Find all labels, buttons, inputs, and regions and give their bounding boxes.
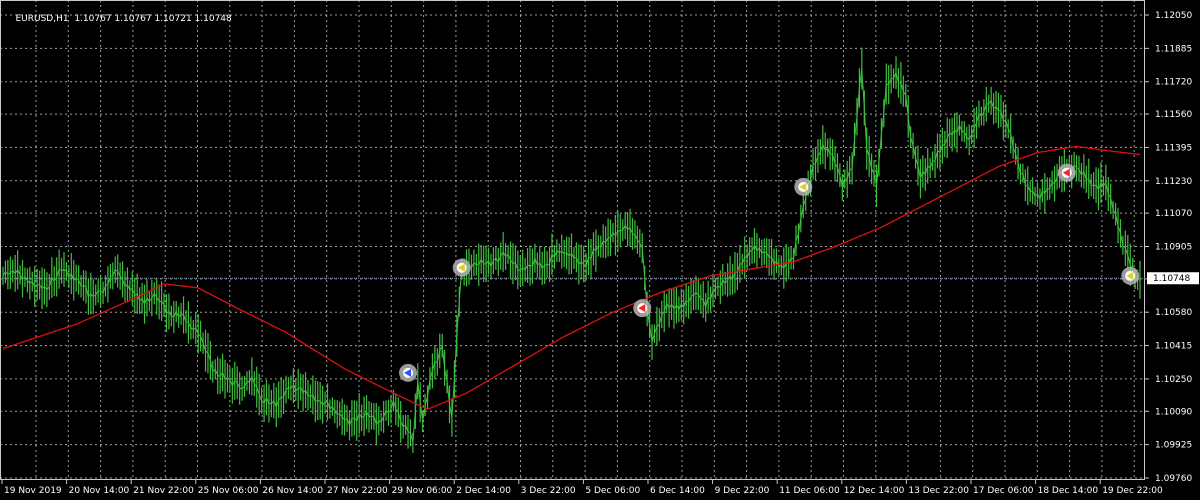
x-tick-label: 21 Nov 22:00 bbox=[133, 486, 194, 496]
x-tick-label: 29 Nov 06:00 bbox=[392, 486, 453, 496]
x-tick-label: 13 Dec 22:00 bbox=[908, 486, 969, 496]
moving-average-line bbox=[2, 145, 1141, 411]
chart-window[interactable]: 1.12050 1.11885 1.11720 1.11560 1.11395 1.112… bbox=[0, 0, 1200, 500]
y-tick-label: 1.11395 bbox=[1155, 143, 1192, 153]
x-tick-label: 12 Dec 14:00 bbox=[844, 486, 905, 496]
signal-marker bbox=[633, 299, 652, 318]
y-tick-label: 1.10415 bbox=[1155, 342, 1192, 352]
x-tick-label: 11 Dec 06:00 bbox=[779, 486, 840, 496]
x-tick-label: 20 Nov 14:00 bbox=[69, 486, 130, 496]
y-tick-label: 1.11070 bbox=[1155, 209, 1192, 219]
x-tick-label: 2 Dec 14:00 bbox=[456, 486, 511, 496]
y-tick-label: 1.12050 bbox=[1155, 11, 1192, 21]
x-tick-label: 6 Dec 14:00 bbox=[650, 486, 705, 496]
signal-marker bbox=[794, 177, 813, 196]
price-bars bbox=[2, 47, 1141, 453]
x-tick-label: 18 Dec 14:00 bbox=[1038, 486, 1099, 496]
y-tick-label: 1.09925 bbox=[1155, 441, 1192, 451]
y-tick-label: 1.10905 bbox=[1155, 243, 1192, 253]
signal-marker bbox=[1057, 163, 1076, 182]
signal-marker bbox=[399, 363, 418, 382]
signal-marker bbox=[452, 258, 471, 277]
x-tick-label: 9 Dec 22:00 bbox=[715, 486, 770, 496]
x-tick-label: 3 Dec 22:00 bbox=[521, 486, 576, 496]
y-tick-label: 1.09760 bbox=[1155, 474, 1192, 484]
x-tick-label: 25 Nov 06:00 bbox=[198, 486, 259, 496]
y-tick-label: 1.10580 bbox=[1155, 308, 1192, 318]
y-tick-label: 1.11720 bbox=[1155, 78, 1192, 88]
symbol-label: EURUSD,H1 bbox=[15, 14, 69, 24]
x-tick-label: 27 Nov 22:00 bbox=[327, 486, 388, 496]
price-tag-label: 1.10748 bbox=[1153, 274, 1190, 284]
price-chart[interactable]: 1.12050 1.11885 1.11720 1.11560 1.11395 1.112… bbox=[0, 0, 1200, 500]
y-tick-label: 1.11885 bbox=[1155, 44, 1192, 54]
x-tick-label: 26 Nov 14:00 bbox=[262, 486, 323, 496]
x-tick-label: 19 Dec 22:00 bbox=[1102, 486, 1163, 496]
y-tick-label: 1.11560 bbox=[1155, 110, 1192, 120]
x-tick-label: 17 Dec 06:00 bbox=[973, 486, 1034, 496]
x-tick-label: 19 Nov 2019 bbox=[4, 486, 62, 496]
ohlc-values: 1.10767 1.10767 1.10721 1.10748 bbox=[74, 14, 232, 24]
y-tick-label: 1.10090 bbox=[1155, 407, 1192, 417]
y-tick-label: 1.11230 bbox=[1155, 177, 1192, 187]
x-tick-label: 5 Dec 06:00 bbox=[585, 486, 640, 496]
signal-marker bbox=[1121, 266, 1140, 285]
y-tick-label: 1.10250 bbox=[1155, 375, 1192, 385]
